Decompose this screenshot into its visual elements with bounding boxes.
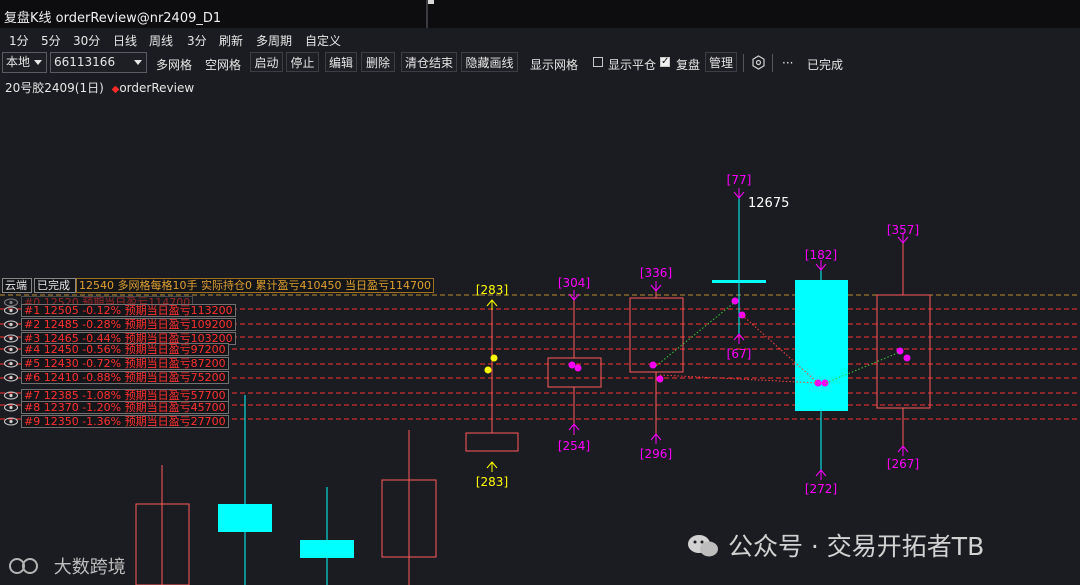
more-button[interactable]: ··· <box>782 56 793 70</box>
grid-summary: 12540 多网格每格10手 实际持仓0 累计盈亏410450 当日盈亏1147… <box>76 278 434 293</box>
grid-row-label: #8 12370 -1.20% 预期当日盈亏45700 <box>21 401 229 414</box>
candle-1-bottom-label: [283] <box>476 475 508 489</box>
title-bar: 复盘K线 orderReview@nr2409_D1 <box>0 0 1080 28</box>
delete-button[interactable]: 删除 <box>361 52 395 72</box>
wechat-icon <box>688 535 718 557</box>
candle-4[interactable]: [77] [67] 12675 <box>712 173 789 361</box>
account-select[interactable]: 66113166 <box>50 52 147 73</box>
menu-multi-period[interactable]: 多周期 <box>256 32 292 49</box>
grid-row-label: #5 12430 -0.72% 预期当日盈亏87200 <box>21 357 229 370</box>
menu-30min[interactable]: 30分 <box>73 32 100 49</box>
grid-row-label: #2 12485 -0.28% 预期当日盈亏109200 <box>21 318 236 331</box>
candle-4-bottom-label: [67] <box>727 347 752 361</box>
long-grid-button[interactable]: 多网格 <box>156 56 192 73</box>
manage-button[interactable]: 管理 <box>705 52 737 72</box>
close-all-button[interactable]: 清仓结束 <box>401 52 457 72</box>
toolbar-divider <box>743 54 744 72</box>
candle-5-bottom-label: [272] <box>805 482 837 496</box>
source-select[interactable]: 本地 <box>2 52 47 73</box>
candle-5-top-label: [182] <box>805 248 837 262</box>
watermark-left: 大数跨境 <box>8 553 126 579</box>
candle-6-top-label: [357] <box>887 223 919 237</box>
grid-row-label: #9 12350 -1.36% 预期当日盈亏27700 <box>21 415 229 428</box>
hide-lines-button[interactable]: 隐藏画线 <box>461 52 518 72</box>
grid-row-label: #1 12505 -0.12% 预期当日盈亏113200 <box>21 304 236 317</box>
trade-connectors <box>655 301 901 384</box>
grid-row-label: #4 12450 -0.56% 预期当日盈亏97200 <box>21 343 229 356</box>
eye-icon[interactable] <box>3 371 19 384</box>
candle-6[interactable]: [357] [267] <box>876 223 931 471</box>
menu-5min[interactable]: 5分 <box>41 32 61 49</box>
strategy-name: orderReview <box>119 81 195 95</box>
watermark-left-text: 大数跨境 <box>53 557 126 578</box>
watermark-logo-icon <box>9 558 38 574</box>
status-text: 已完成 <box>807 58 844 72</box>
candle-4-top-label: [77] <box>727 173 752 187</box>
candle-2-top-label: [304] <box>558 276 590 290</box>
candle-1[interactable]: [283] [283] <box>465 283 519 489</box>
grid-row-label: #6 12410 -0.88% 预期当日盈亏75200 <box>21 371 229 384</box>
edit-button[interactable]: 编辑 <box>325 52 357 72</box>
replay-label: 复盘 <box>676 58 701 72</box>
window-title: 复盘K线 orderReview@nr2409_D1 <box>4 11 222 26</box>
candle-6-bottom-label: [267] <box>887 457 919 471</box>
candle-3-top-label: [336] <box>640 266 672 280</box>
eye-icon[interactable] <box>3 343 19 356</box>
show-grid-toggle[interactable]: 显示网格 <box>530 56 578 73</box>
menu-3min[interactable]: 3分 <box>187 32 207 49</box>
menu-daily[interactable]: 日线 <box>113 32 137 49</box>
short-grid-button[interactable]: 空网格 <box>205 56 241 73</box>
candle-2-bottom-label: [254] <box>558 439 590 453</box>
app-logo-icon <box>426 0 434 28</box>
chevron-down-icon <box>34 60 42 65</box>
toolbar: 本地 66113166 多网格 空网格 启动 停止 编辑 删除 清仓结束 隐藏画… <box>0 51 1080 75</box>
candle-4-high-label: 12675 <box>748 196 789 211</box>
source-select-value: 本地 <box>6 55 31 69</box>
show-flat-label: 显示平仓 <box>608 58 657 72</box>
cloud-tag[interactable]: 云端 <box>2 278 32 293</box>
toolbar-divider <box>772 54 773 72</box>
watermark-right-text: 公众号 · 交易开拓者TB <box>727 532 985 561</box>
stop-button[interactable]: 停止 <box>286 52 319 72</box>
period-menu-bar: 1分 5分 30分 日线 周线 3分 刷新 多周期 自定义 <box>0 28 1080 50</box>
account-select-value: 66113166 <box>54 55 116 69</box>
eye-icon[interactable] <box>3 401 19 414</box>
eye-icon[interactable] <box>3 415 19 428</box>
eye-icon[interactable] <box>3 318 19 331</box>
settings-hex-icon[interactable] <box>751 55 766 70</box>
start-button[interactable]: 启动 <box>250 52 283 72</box>
menu-weekly[interactable]: 周线 <box>149 32 173 49</box>
done-tag: 已完成 <box>34 278 76 293</box>
candle-5[interactable]: [182] [272] <box>795 248 848 496</box>
symbol-header: 20号胶2409(1日) ◆orderReview <box>5 79 194 96</box>
watermark-right: 公众号 · 交易开拓者TB <box>686 527 984 563</box>
symbol-name: 20号胶2409(1日) <box>5 81 104 95</box>
chevron-down-icon <box>134 60 142 65</box>
eye-icon[interactable] <box>3 304 19 317</box>
menu-custom[interactable]: 自定义 <box>305 32 341 49</box>
candle-1-top-label: [283] <box>476 283 508 297</box>
menu-refresh[interactable]: 刷新 <box>219 32 243 49</box>
replay-checkbox[interactable]: ✓ <box>660 57 670 67</box>
candle-3-bottom-label: [296] <box>640 447 672 461</box>
eye-icon[interactable] <box>3 357 19 370</box>
show-flat-checkbox[interactable] <box>593 57 603 67</box>
menu-1min[interactable]: 1分 <box>9 32 29 49</box>
